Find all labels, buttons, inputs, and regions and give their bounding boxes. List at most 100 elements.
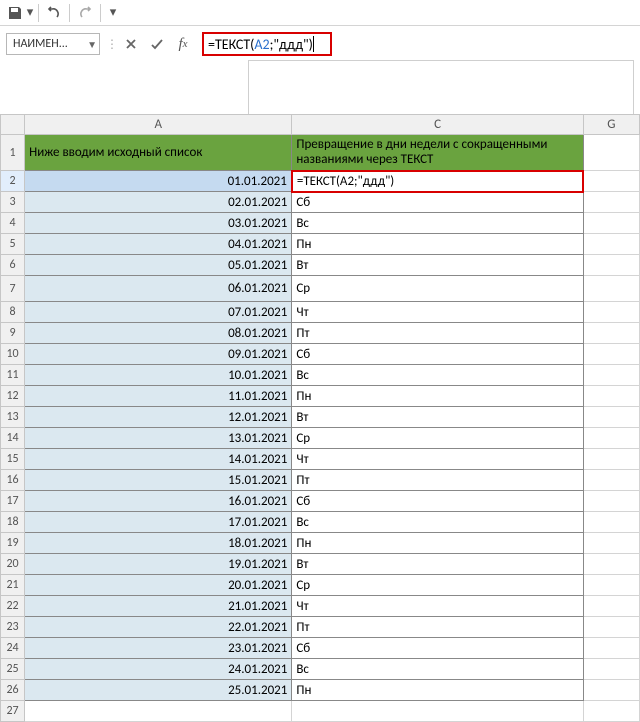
row-gutter[interactable]: 22 bbox=[1, 596, 25, 617]
cell[interactable] bbox=[583, 344, 639, 365]
day-cell[interactable]: Вс bbox=[292, 365, 583, 386]
resize-handle[interactable]: ⋮ bbox=[106, 37, 112, 52]
cell[interactable] bbox=[583, 365, 639, 386]
cell[interactable] bbox=[583, 533, 639, 554]
cancel-formula-icon[interactable] bbox=[118, 33, 144, 55]
cell[interactable] bbox=[583, 638, 639, 659]
day-cell[interactable]: Пт bbox=[292, 470, 583, 491]
day-cell[interactable]: Ср bbox=[292, 276, 583, 302]
cell[interactable] bbox=[583, 213, 639, 234]
worksheet-grid[interactable]: A C G 1 Ниже вводим исходный список Прев… bbox=[0, 114, 640, 722]
cell[interactable] bbox=[583, 470, 639, 491]
col-header-G[interactable]: G bbox=[583, 115, 639, 135]
row-gutter[interactable]: 27 bbox=[1, 701, 25, 722]
day-cell[interactable]: Вс bbox=[292, 512, 583, 533]
cell[interactable] bbox=[25, 701, 292, 722]
date-cell[interactable]: 02.01.2021 bbox=[25, 192, 292, 213]
date-cell[interactable]: 20.01.2021 bbox=[25, 575, 292, 596]
date-cell[interactable]: 05.01.2021 bbox=[25, 255, 292, 276]
cell[interactable] bbox=[583, 302, 639, 323]
row-gutter[interactable]: 9 bbox=[1, 323, 25, 344]
cell[interactable] bbox=[292, 701, 583, 722]
date-cell[interactable]: 25.01.2021 bbox=[25, 680, 292, 701]
day-cell[interactable]: Вт bbox=[292, 407, 583, 428]
qat-customize-icon[interactable]: ▾ bbox=[109, 5, 117, 20]
date-cell[interactable]: 14.01.2021 bbox=[25, 449, 292, 470]
redo-icon[interactable] bbox=[74, 2, 96, 24]
cell[interactable] bbox=[583, 491, 639, 512]
day-cell[interactable]: Пт bbox=[292, 617, 583, 638]
date-cell[interactable]: 21.01.2021 bbox=[25, 596, 292, 617]
save-icon[interactable] bbox=[4, 2, 26, 24]
cell[interactable] bbox=[583, 575, 639, 596]
row-gutter[interactable]: 3 bbox=[1, 192, 25, 213]
row-gutter[interactable]: 23 bbox=[1, 617, 25, 638]
col-header-C[interactable]: C bbox=[292, 115, 583, 135]
date-cell[interactable]: 10.01.2021 bbox=[25, 365, 292, 386]
row-gutter[interactable]: 7 bbox=[1, 276, 25, 302]
col-header-A[interactable]: A bbox=[25, 115, 292, 135]
date-cell[interactable]: 08.01.2021 bbox=[25, 323, 292, 344]
cell[interactable] bbox=[583, 135, 639, 171]
day-cell[interactable]: Вс bbox=[292, 213, 583, 234]
cell[interactable] bbox=[583, 171, 639, 192]
row-gutter[interactable]: 19 bbox=[1, 533, 25, 554]
day-cell[interactable]: Вс bbox=[292, 659, 583, 680]
date-cell[interactable]: 19.01.2021 bbox=[25, 554, 292, 575]
header-C[interactable]: Превращение в дни недели с сокращенными … bbox=[292, 135, 583, 171]
row-gutter[interactable]: 6 bbox=[1, 255, 25, 276]
day-cell[interactable]: Ср bbox=[292, 428, 583, 449]
row-gutter[interactable]: 10 bbox=[1, 344, 25, 365]
date-cell[interactable]: 04.01.2021 bbox=[25, 234, 292, 255]
date-cell[interactable]: 18.01.2021 bbox=[25, 533, 292, 554]
name-box[interactable]: НАИМЕН... ▼ bbox=[6, 33, 100, 55]
row-gutter[interactable]: 11 bbox=[1, 365, 25, 386]
row-gutter[interactable]: 16 bbox=[1, 470, 25, 491]
cell[interactable] bbox=[583, 449, 639, 470]
day-cell[interactable]: Пн bbox=[292, 234, 583, 255]
date-cell[interactable]: 11.01.2021 bbox=[25, 386, 292, 407]
cell[interactable] bbox=[583, 659, 639, 680]
date-cell[interactable]: 24.01.2021 bbox=[25, 659, 292, 680]
day-cell[interactable]: Пн bbox=[292, 680, 583, 701]
date-cell[interactable]: 06.01.2021 bbox=[25, 276, 292, 302]
enter-formula-icon[interactable] bbox=[144, 33, 170, 55]
day-cell[interactable]: Чт bbox=[292, 449, 583, 470]
editing-cell[interactable]: =ТЕКСТ(A2;"ддд") bbox=[292, 171, 583, 192]
cell[interactable] bbox=[583, 701, 639, 722]
date-cell[interactable]: 17.01.2021 bbox=[25, 512, 292, 533]
row-gutter[interactable]: 2 bbox=[1, 171, 25, 192]
day-cell[interactable]: Сб bbox=[292, 192, 583, 213]
cell[interactable] bbox=[583, 512, 639, 533]
date-cell[interactable]: 09.01.2021 bbox=[25, 344, 292, 365]
day-cell[interactable]: Пн bbox=[292, 533, 583, 554]
undo-icon[interactable] bbox=[43, 2, 65, 24]
fx-icon[interactable]: fx bbox=[170, 33, 196, 55]
day-cell[interactable]: Чт bbox=[292, 302, 583, 323]
formula-input[interactable]: =ТЕКСТ(A2;"ддд") bbox=[202, 32, 332, 56]
cell[interactable] bbox=[583, 386, 639, 407]
day-cell[interactable]: Чт bbox=[292, 596, 583, 617]
date-cell[interactable]: 03.01.2021 bbox=[25, 213, 292, 234]
row-gutter[interactable]: 1 bbox=[1, 135, 25, 171]
row-gutter[interactable]: 18 bbox=[1, 512, 25, 533]
row-gutter[interactable]: 21 bbox=[1, 575, 25, 596]
row-gutter[interactable]: 13 bbox=[1, 407, 25, 428]
date-cell[interactable]: 15.01.2021 bbox=[25, 470, 292, 491]
day-cell[interactable]: Пт bbox=[292, 323, 583, 344]
date-cell[interactable]: 16.01.2021 bbox=[25, 491, 292, 512]
date-cell[interactable]: 07.01.2021 bbox=[25, 302, 292, 323]
date-cell[interactable]: 12.01.2021 bbox=[25, 407, 292, 428]
row-gutter[interactable]: 26 bbox=[1, 680, 25, 701]
cell[interactable] bbox=[583, 554, 639, 575]
row-gutter[interactable]: 4 bbox=[1, 213, 25, 234]
formula-bar-expanded[interactable] bbox=[248, 60, 634, 116]
row-gutter[interactable]: 8 bbox=[1, 302, 25, 323]
cell[interactable] bbox=[583, 596, 639, 617]
row-gutter[interactable]: 17 bbox=[1, 491, 25, 512]
row-gutter[interactable]: 20 bbox=[1, 554, 25, 575]
select-all-corner[interactable] bbox=[1, 115, 25, 135]
date-cell[interactable]: 13.01.2021 bbox=[25, 428, 292, 449]
date-cell[interactable]: 23.01.2021 bbox=[25, 638, 292, 659]
row-gutter[interactable]: 14 bbox=[1, 428, 25, 449]
